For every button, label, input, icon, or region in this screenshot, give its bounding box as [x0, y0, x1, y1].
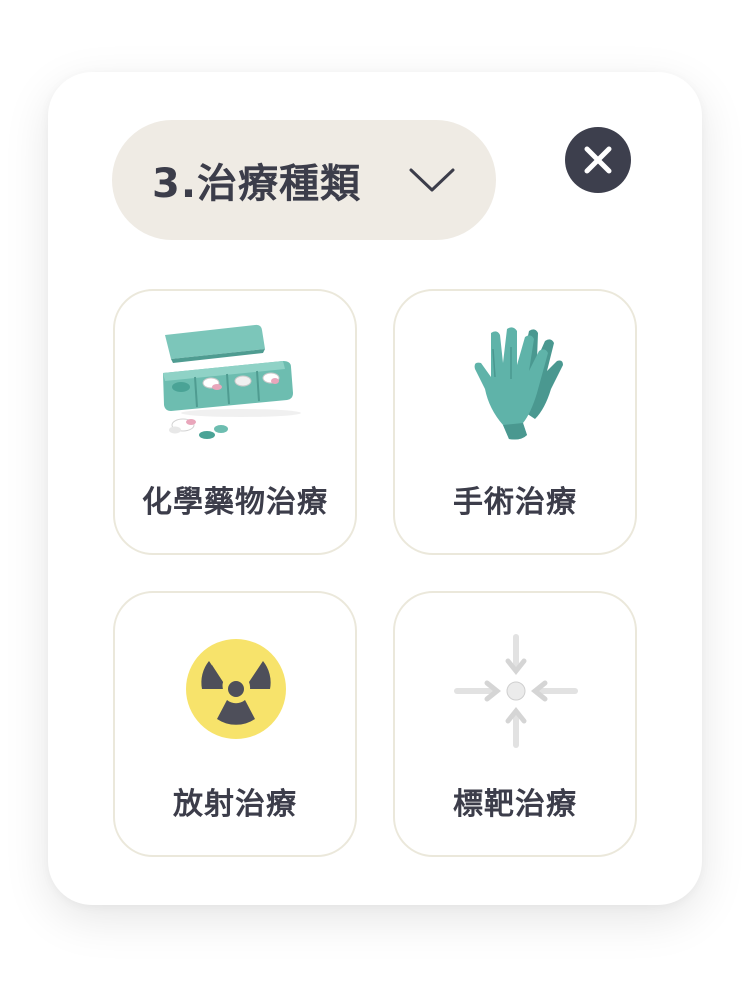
close-icon	[584, 146, 612, 174]
option-chemotherapy[interactable]: 化學藥物治療	[113, 289, 357, 555]
pill-box-icon	[163, 324, 301, 439]
chevron-down-icon	[409, 168, 455, 192]
option-label: 手術治療	[453, 485, 577, 520]
close-button[interactable]	[565, 127, 631, 193]
option-radiotherapy[interactable]: 放射治療	[113, 591, 357, 857]
treatment-type-panel: 3.治療種類 化學藥物治療 手術治療 放射治療 標靶治療	[48, 72, 702, 905]
dropdown-label: 3.治療種類	[152, 161, 362, 207]
target-arrows-icon	[454, 634, 578, 748]
radiation-icon	[186, 639, 286, 739]
treatment-type-dropdown[interactable]: 3.治療種類	[112, 120, 496, 240]
surgical-gloves-icon	[474, 327, 563, 440]
option-targeted-therapy[interactable]: 標靶治療	[393, 591, 637, 857]
option-surgery[interactable]: 手術治療	[393, 289, 637, 555]
option-label: 標靶治療	[453, 787, 577, 822]
option-label: 放射治療	[173, 787, 297, 822]
option-label: 化學藥物治療	[142, 485, 328, 520]
